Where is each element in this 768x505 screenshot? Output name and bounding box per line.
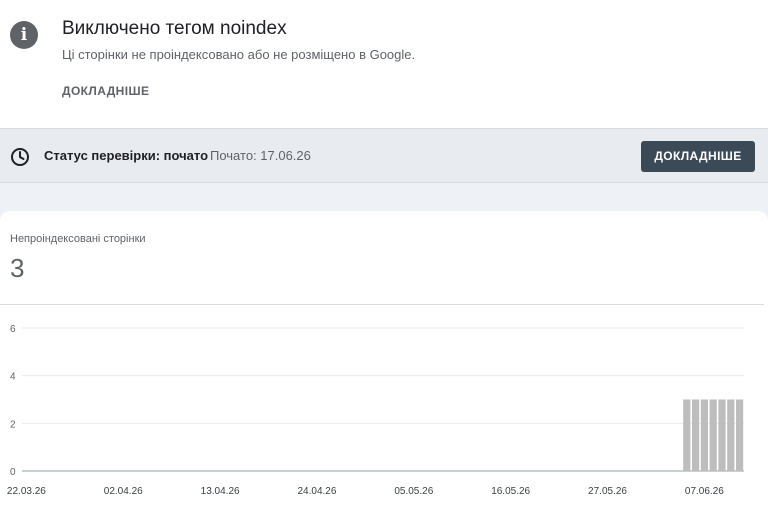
chart-bar (700, 399, 708, 471)
metric-value: 3 (10, 253, 25, 283)
pages-chart: 0 2 4 6 22.03.26 02.04.26 13.04.26 24.04.26 05.0… (7, 324, 744, 497)
chart-bar (691, 399, 700, 471)
page-title: Виключено тегом noindex (62, 18, 287, 39)
info-icon: i (10, 21, 38, 49)
validation-details-button[interactable]: ДОКЛАДНІШЕ (641, 141, 755, 172)
chart-bar (709, 399, 717, 471)
y-tick-label: 6 (10, 324, 16, 335)
y-tick-label: 4 (10, 372, 16, 383)
x-tick-label: 27.05.26 (588, 486, 627, 497)
chart-bar (683, 399, 691, 471)
validation-status-label: Статус перевірки: почато (44, 148, 209, 163)
y-tick-label: 2 (10, 419, 16, 430)
validation-started-date: Почато: 17.06.26 (210, 148, 311, 163)
issue-header: i Виключено тегом noindex Ці сторінки не… (0, 0, 768, 128)
x-tick-label: 22.03.26 (7, 486, 46, 497)
validation-status-bar: Статус перевірки: почато Почато: 17.06.2… (0, 128, 768, 183)
chart-bar (735, 399, 744, 471)
x-tick-label: 02.04.26 (104, 486, 143, 497)
x-tick-label: 05.05.26 (394, 486, 433, 497)
x-tick-label: 24.04.26 (297, 486, 336, 497)
clock-icon (11, 148, 29, 166)
y-tick-label: 0 (10, 467, 16, 478)
x-tick-label: 16.05.26 (491, 486, 530, 497)
x-tick-label: 07.06.26 (685, 486, 724, 497)
chart-card: Непроіндексовані сторінки 3 0 2 4 6 22.03.26… (0, 211, 768, 505)
chart-bar (727, 399, 735, 471)
page-subtitle: Ці сторінки не проіндексовано або не роз… (62, 47, 416, 62)
chart-bar (718, 399, 726, 471)
learn-more-link[interactable]: ДОКЛАДНІШЕ (62, 84, 149, 98)
metric-label: Непроіндексовані сторінки (10, 233, 146, 245)
x-tick-label: 13.04.26 (201, 486, 240, 497)
divider (0, 304, 764, 305)
